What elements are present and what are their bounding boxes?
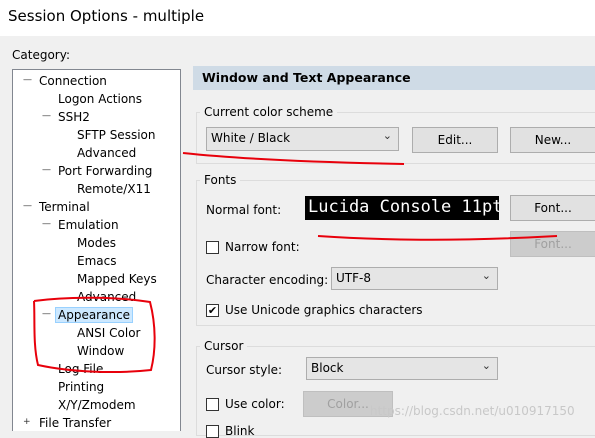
tree-item-modes[interactable]: Modes [77, 235, 116, 251]
collapse-icon[interactable]: — [23, 75, 32, 85]
tree-item-ansi-color[interactable]: ANSI Color [77, 325, 141, 341]
tree-item-xyzmodem[interactable]: X/Y/Zmodem [58, 397, 136, 413]
collapse-icon[interactable]: — [42, 165, 51, 175]
edit-scheme-button[interactable]: Edit... [412, 127, 498, 153]
unicode-graphics-checkbox[interactable]: ✔ [206, 304, 219, 317]
category-label: Category: [12, 48, 70, 62]
fonts-group-title: Fonts [200, 173, 241, 187]
chevron-down-icon: ⌄ [481, 359, 491, 372]
use-color-label: Use color: [225, 397, 285, 411]
category-tree[interactable]: — Connection Logon Actions — SSH2 SFTP S… [12, 69, 181, 431]
chevron-down-icon: ⌄ [382, 129, 392, 142]
tree-item-appearance[interactable]: Appearance [55, 307, 134, 323]
tree-item-file-transfer[interactable]: File Transfer [39, 415, 111, 431]
window-title: Session Options - multiple [8, 7, 205, 25]
tree-item-emulation-advanced[interactable]: Advanced [77, 289, 136, 305]
color-scheme-value: White / Black [211, 131, 291, 145]
tree-item-mapped-keys[interactable]: Mapped Keys [77, 271, 157, 287]
checkmark-icon: ✔ [207, 304, 218, 317]
narrow-font-button[interactable]: Font... [510, 231, 595, 257]
cursor-style-select[interactable]: Block ⌄ [306, 357, 498, 380]
tree-item-printing[interactable]: Printing [58, 379, 104, 395]
tree-item-emacs[interactable]: Emacs [77, 253, 116, 269]
expand-icon[interactable]: + [23, 417, 31, 427]
cursor-group-title: Cursor [200, 339, 248, 353]
use-color-checkbox[interactable] [206, 398, 219, 411]
narrow-font-label: Narrow font: [225, 240, 300, 254]
collapse-icon[interactable]: — [23, 201, 32, 211]
tree-item-window[interactable]: Window [77, 343, 124, 359]
encoding-value: UTF-8 [336, 271, 371, 285]
cursor-style-value: Block [311, 361, 344, 375]
tree-item-port-forwarding[interactable]: Port Forwarding [58, 163, 152, 179]
tree-item-log-file[interactable]: Log File [58, 361, 103, 377]
tree-item-ssh2[interactable]: SSH2 [58, 109, 90, 125]
watermark: https://blog.csdn.net/u010917150 [370, 404, 575, 418]
panel-title: Window and Text Appearance [202, 70, 411, 85]
tree-item-ssh2-advanced[interactable]: Advanced [77, 145, 136, 161]
encoding-label: Character encoding: [206, 273, 329, 287]
normal-font-preview: Lucida Console 11pt [305, 196, 499, 220]
new-scheme-button[interactable]: New... [510, 127, 595, 153]
tree-item-connection[interactable]: Connection [39, 73, 107, 89]
normal-font-button[interactable]: Font... [510, 195, 595, 221]
tree-item-logon-actions[interactable]: Logon Actions [58, 91, 142, 107]
blink-label: Blink [225, 424, 255, 438]
collapse-icon[interactable]: — [42, 111, 51, 121]
color-scheme-group-title: Current color scheme [200, 105, 338, 119]
tree-item-sftp-session[interactable]: SFTP Session [77, 127, 155, 143]
chevron-down-icon: ⌄ [481, 269, 491, 282]
title-bar: Session Options - multiple [0, 0, 595, 36]
cursor-style-label: Cursor style: [206, 363, 283, 377]
narrow-font-checkbox[interactable] [206, 241, 219, 254]
unicode-graphics-label: Use Unicode graphics characters [225, 303, 423, 317]
tree-item-terminal[interactable]: Terminal [39, 199, 90, 215]
normal-font-label: Normal font: [206, 203, 282, 217]
collapse-icon[interactable]: — [42, 219, 51, 229]
panel-header: Window and Text Appearance [193, 66, 595, 90]
tree-item-remote-x11[interactable]: Remote/X11 [77, 181, 151, 197]
tree-item-appearance-row[interactable]: Appearance [55, 307, 134, 323]
tree-item-emulation[interactable]: Emulation [58, 217, 119, 233]
collapse-icon[interactable]: — [42, 309, 51, 319]
blink-checkbox[interactable] [206, 425, 219, 438]
encoding-select[interactable]: UTF-8 ⌄ [331, 267, 498, 290]
color-scheme-select[interactable]: White / Black ⌄ [206, 127, 399, 151]
